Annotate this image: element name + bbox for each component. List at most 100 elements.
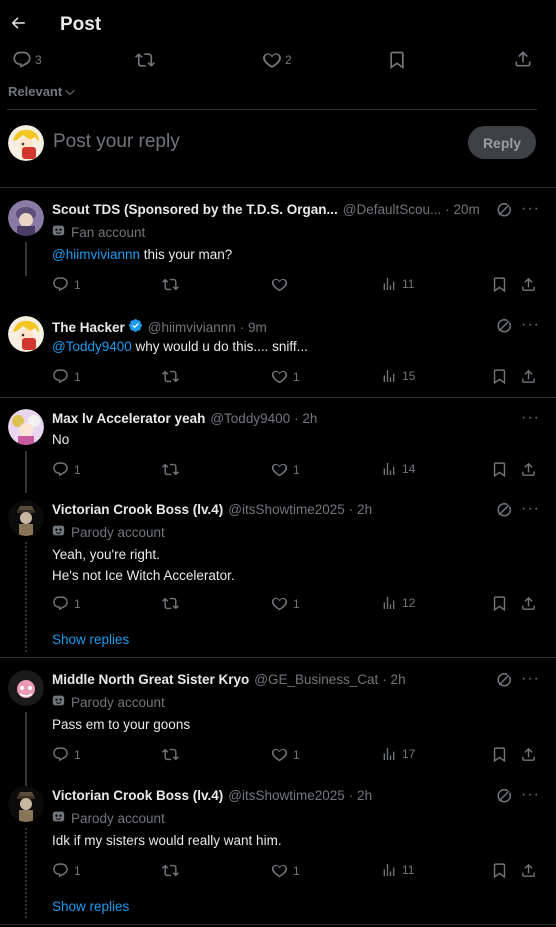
author-name[interactable]: Scout TDS (Sponsored by the T.D.S. Organ… xyxy=(52,202,338,217)
grok-icon[interactable] xyxy=(495,671,513,693)
avatar[interactable] xyxy=(8,316,44,352)
author-name[interactable]: Victorian Crook Boss (lv.4) xyxy=(52,502,223,517)
like-icon xyxy=(271,746,288,763)
reply-button[interactable]: Reply xyxy=(468,126,536,159)
timestamp[interactable]: · 2h xyxy=(349,502,372,517)
like-button[interactable]: 1 xyxy=(271,746,300,763)
bookmark-button[interactable] xyxy=(491,276,508,293)
more-options-icon[interactable]: ··· xyxy=(521,786,540,804)
views-button[interactable]: 15 xyxy=(381,368,415,384)
author-handle[interactable]: @itsShowtime2025 xyxy=(228,788,345,803)
more-options-icon[interactable]: ··· xyxy=(521,670,540,688)
bookmark-button[interactable] xyxy=(491,862,508,879)
views-button[interactable]: 11 xyxy=(381,276,414,292)
timestamp[interactable]: · 2h xyxy=(349,788,372,803)
show-replies-link[interactable]: Show replies xyxy=(52,632,129,647)
author-handle[interactable]: @GE_Business_Cat xyxy=(254,672,378,687)
repost-button[interactable] xyxy=(162,368,179,385)
timestamp[interactable]: · 2h xyxy=(382,672,405,687)
bookmark-button[interactable] xyxy=(491,368,508,385)
share-button[interactable] xyxy=(520,276,537,293)
author-handle[interactable]: @DefaultScou... xyxy=(343,202,442,217)
grok-icon[interactable] xyxy=(495,317,513,339)
avatar[interactable] xyxy=(8,670,44,706)
reply-button[interactable]: 1 xyxy=(52,276,81,293)
main-like-button[interactable]: 2 xyxy=(262,50,292,70)
avatar[interactable] xyxy=(8,786,44,822)
repost-button[interactable] xyxy=(162,276,179,293)
share-icon xyxy=(520,368,537,385)
like-icon xyxy=(271,461,288,478)
reply-button[interactable]: 1 xyxy=(52,862,81,879)
like-count: 1 xyxy=(293,369,300,384)
main-bookmark-button[interactable] xyxy=(387,50,407,70)
repost-button[interactable] xyxy=(162,461,179,478)
views-button[interactable]: 14 xyxy=(381,461,415,477)
more-options-icon[interactable]: ··· xyxy=(521,409,540,427)
reply-button[interactable]: 1 xyxy=(52,461,81,478)
views-button[interactable]: 11 xyxy=(381,862,414,878)
timestamp[interactable]: · 2h xyxy=(294,411,317,426)
like-button[interactable]: 1 xyxy=(271,595,300,612)
reply-button[interactable]: 1 xyxy=(52,595,81,612)
repost-button[interactable] xyxy=(162,862,179,879)
bookmark-button[interactable] xyxy=(491,461,508,478)
main-reply-count: 3 xyxy=(35,53,42,67)
author-name[interactable]: The Hacker xyxy=(52,320,125,335)
main-repost-button[interactable] xyxy=(135,50,155,70)
views-button[interactable]: 12 xyxy=(381,595,415,611)
sort-dropdown[interactable]: Relevant xyxy=(8,84,76,99)
bookmark-button[interactable] xyxy=(491,595,508,612)
share-button[interactable] xyxy=(520,746,537,763)
share-icon xyxy=(520,862,537,879)
repost-button[interactable] xyxy=(162,595,179,612)
repost-button[interactable] xyxy=(162,746,179,763)
avatar[interactable] xyxy=(8,200,44,236)
like-button[interactable]: 1 xyxy=(271,461,300,478)
timestamp[interactable]: · 9m xyxy=(240,320,267,335)
my-avatar[interactable] xyxy=(8,125,44,161)
avatar[interactable] xyxy=(8,500,44,536)
tweet-header: The Hacker @hiimviviannn · 9m xyxy=(52,318,267,336)
back-arrow-icon[interactable] xyxy=(6,10,30,36)
mention-link[interactable]: @hiimviviannn xyxy=(52,247,140,262)
more-options-icon[interactable]: ··· xyxy=(521,500,540,518)
show-replies-link[interactable]: Show replies xyxy=(52,899,129,914)
reply-input[interactable] xyxy=(53,131,433,153)
divider xyxy=(0,397,556,398)
share-button[interactable] xyxy=(520,461,537,478)
more-options-icon[interactable]: ··· xyxy=(521,316,540,334)
grok-icon[interactable] xyxy=(495,787,513,809)
tweet-text: Pass em to your goons xyxy=(52,717,191,732)
like-button[interactable] xyxy=(271,276,288,293)
main-reply-button[interactable]: 3 xyxy=(12,50,42,70)
grok-icon[interactable] xyxy=(495,501,513,523)
author-name[interactable]: Middle North Great Sister Kryo xyxy=(52,672,249,687)
views-count: 17 xyxy=(402,747,416,761)
reply-button[interactable]: 1 xyxy=(52,746,81,763)
like-button[interactable]: 1 xyxy=(271,862,300,879)
author-name[interactable]: Max lv Accelerator yeah xyxy=(52,411,205,426)
share-button[interactable] xyxy=(520,595,537,612)
like-button[interactable]: 1 xyxy=(271,368,300,385)
avatar[interactable] xyxy=(8,409,44,445)
more-options-icon[interactable]: ··· xyxy=(521,200,540,218)
author-handle[interactable]: @itsShowtime2025 xyxy=(228,502,345,517)
bookmark-button[interactable] xyxy=(491,746,508,763)
tweet-text: No xyxy=(52,432,70,447)
tweet-text-content: this your man? xyxy=(140,247,233,262)
share-button[interactable] xyxy=(520,862,537,879)
grok-icon[interactable] xyxy=(495,201,513,223)
views-button[interactable]: 17 xyxy=(381,746,415,762)
mention-link[interactable]: @Toddy9400 xyxy=(52,339,132,354)
share-button[interactable] xyxy=(520,368,537,385)
like-count: 1 xyxy=(293,863,300,878)
author-handle[interactable]: @Toddy9400 xyxy=(210,411,290,426)
main-share-button[interactable] xyxy=(513,49,533,69)
author-handle[interactable]: @hiimviviannn xyxy=(148,320,236,335)
repost-icon xyxy=(162,461,179,478)
reply-button[interactable]: 1 xyxy=(52,368,81,385)
bookmark-icon xyxy=(387,50,407,70)
author-name[interactable]: Victorian Crook Boss (lv.4) xyxy=(52,788,223,803)
timestamp[interactable]: · 20m xyxy=(445,202,480,217)
